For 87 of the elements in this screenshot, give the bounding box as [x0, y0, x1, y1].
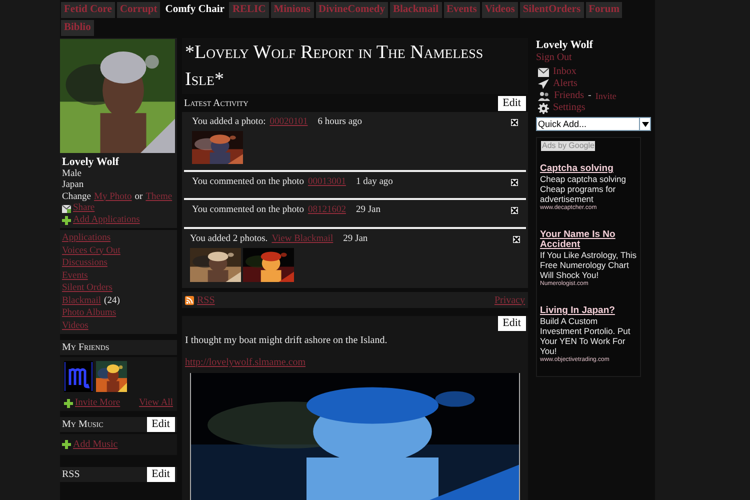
rss-link[interactable]: RSS	[197, 292, 215, 308]
application-link[interactable]: Silent Orders	[62, 282, 112, 294]
nav-tab[interactable]: Biblio	[61, 20, 94, 36]
nav-tab[interactable]: SilentOrders	[520, 2, 584, 18]
activity-link[interactable]: 00013001	[308, 176, 346, 188]
application-link[interactable]: Discussions	[62, 257, 108, 270]
nav-tab[interactable]: Blackmail	[390, 2, 442, 18]
activity-text: You commented on the photo	[192, 176, 304, 188]
item-count: (24)	[104, 294, 120, 307]
blog-text: I thought my boat might drift ashore on the Island.	[185, 335, 388, 347]
close-icon[interactable]	[511, 178, 518, 186]
invite-link[interactable]: Invite	[595, 90, 616, 102]
activity-text: You added a photo:	[192, 116, 266, 128]
plus-icon	[62, 440, 71, 450]
edit-button[interactable]: Edit	[146, 467, 175, 482]
close-icon[interactable]	[513, 236, 520, 242]
activity-time: 29 Jan	[356, 204, 381, 216]
application-link[interactable]: Blackmail	[62, 294, 102, 307]
plus-icon	[64, 398, 73, 408]
close-icon[interactable]	[511, 118, 518, 126]
ad-title[interactable]: Your Name Is No Accident	[540, 230, 637, 250]
application-link[interactable]: Events	[62, 270, 88, 282]
ad-text: Build A Custom Investment Portolio. Put Your YEN To Work For You!	[540, 316, 632, 356]
page-title: *Lovely Wolf Report in The Nameless Isle*	[182, 38, 528, 94]
activity-time: 6 hours ago	[318, 116, 362, 128]
ads-label: Ads by Google	[541, 141, 596, 151]
application-link[interactable]: Videos	[62, 320, 88, 332]
activity-time: 1 day ago	[356, 176, 393, 188]
application-link[interactable]: Voices Cry Out	[62, 244, 120, 257]
menu-link[interactable]: Alerts	[553, 78, 578, 90]
nav-tab[interactable]: Videos	[482, 2, 518, 18]
edit-button[interactable]: Edit	[498, 96, 526, 111]
section-title: My Music	[62, 418, 104, 432]
ad-title[interactable]: Living In Japan?	[540, 306, 637, 316]
edit-button[interactable]: Edit	[498, 316, 526, 331]
ad-title[interactable]: Captcha solving	[540, 164, 637, 174]
activity-link[interactable]: View Blackmail	[272, 233, 334, 245]
application-link[interactable]: Photo Albums	[62, 307, 116, 320]
scorpio-sign-icon	[64, 361, 93, 392]
nav-tab[interactable]: DivineComedy	[316, 2, 388, 18]
view-all-link[interactable]: View All	[139, 396, 173, 410]
ad-text: Cheap captcha solving Cheap programs for advertisement	[540, 174, 628, 204]
menu-link[interactable]: Friends	[554, 90, 584, 102]
blog-link[interactable]: http://lovelywolf.slmame.com	[185, 357, 306, 369]
user-name: Lovely Wolf	[536, 38, 594, 52]
envelope-icon	[538, 68, 549, 76]
edit-button[interactable]: Edit	[146, 417, 175, 432]
nav-tab[interactable]: Events	[444, 2, 480, 18]
sign-out-link[interactable]: Sign Out	[536, 52, 572, 64]
or-label: or	[134, 192, 143, 203]
menu-link[interactable]: Settings	[553, 102, 586, 114]
activity-link[interactable]: 08121602	[308, 204, 346, 216]
activity-link[interactable]: 00020101	[270, 116, 308, 128]
theme-link[interactable]: Theme	[146, 192, 172, 203]
profile-name: Lovely Wolf	[62, 157, 120, 168]
nav-tab[interactable]: Minions	[270, 2, 314, 18]
section-title: My Friends	[62, 341, 110, 355]
gear-icon	[538, 102, 549, 114]
caret-icon	[642, 122, 648, 126]
activity-text: You commented on the photo	[192, 204, 304, 216]
rss-icon	[185, 296, 194, 304]
nav-tab[interactable]: Fetid Core	[61, 2, 115, 18]
privacy-link[interactable]: Privacy	[494, 292, 525, 308]
activity-text: You added 2 photos.	[190, 233, 268, 245]
nav-tab[interactable]: Forum	[586, 2, 622, 18]
people-icon	[538, 91, 550, 101]
gender-text: Male	[62, 168, 83, 180]
nav-tab[interactable]: RELIC	[229, 2, 269, 18]
add-applications-link[interactable]: Add Applications	[73, 214, 140, 226]
section-title: RSS	[62, 468, 80, 482]
ad-text: If You Like Astrology, This Free Numerology Chart Will Shock You!	[540, 250, 637, 280]
menu-link[interactable]: Inbox	[553, 66, 576, 78]
my-photo-link[interactable]: My Photo	[94, 192, 132, 203]
invite-more-link[interactable]: Invite More	[75, 396, 120, 410]
nav-tab[interactable]: Corrupt	[116, 2, 160, 18]
location-text: Japan	[62, 180, 85, 192]
change-label: Change	[62, 192, 92, 203]
close-icon[interactable]	[511, 206, 518, 214]
paper-plane-icon	[538, 79, 549, 89]
share-link[interactable]: Share	[73, 203, 95, 214]
dash-separator: -	[588, 90, 592, 102]
activity-time: 29 Jan	[343, 233, 368, 245]
application-link[interactable]: Applications	[62, 232, 111, 244]
quick-add-dropdown[interactable]: Quick Add...	[536, 117, 651, 131]
section-title: Latest Activity	[184, 97, 248, 111]
envelope-icon	[62, 204, 71, 213]
plus-icon	[62, 216, 71, 225]
